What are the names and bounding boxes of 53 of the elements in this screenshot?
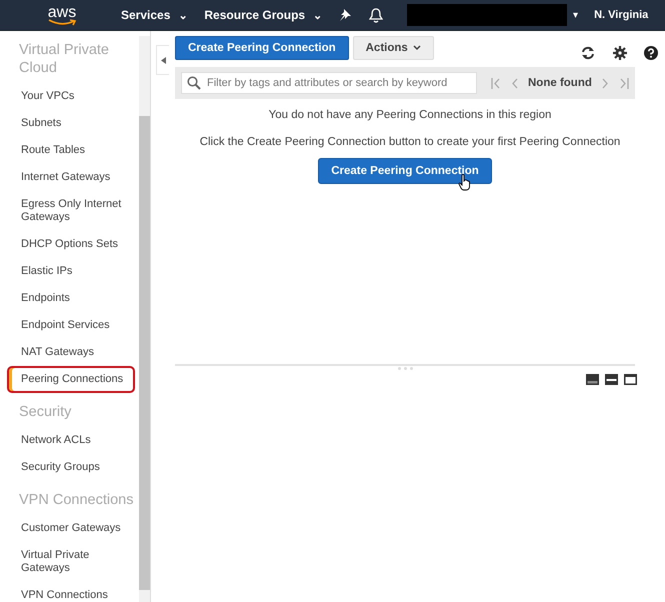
layout-split-icon[interactable] (605, 374, 618, 385)
hand-cursor-icon (458, 174, 471, 191)
sidebar-item[interactable]: NAT Gateways (7, 339, 135, 366)
section-heading: Security (18, 403, 72, 422)
sidebar-item[interactable]: Route Tables (7, 137, 135, 164)
sidebar-item[interactable]: DHCP Options Sets (7, 231, 135, 258)
sidebar-item[interactable]: Network ACLs (7, 427, 135, 454)
sidebar-item[interactable]: Customer Gateways (7, 515, 135, 542)
scroll-thumb[interactable] (139, 116, 150, 590)
first-page-icon[interactable] (491, 78, 501, 88)
next-page-icon[interactable] (602, 78, 609, 88)
caret-icon (412, 45, 421, 51)
sidebar-item[interactable]: Virtual Private Gateways (7, 542, 135, 582)
search-icon (187, 76, 201, 90)
section-heading: VPN Connections (18, 491, 134, 510)
previous-page-icon[interactable] (511, 78, 518, 88)
sidebar-item[interactable]: Security Groups (7, 454, 135, 481)
sidebar-item[interactable]: Endpoint Services (7, 312, 135, 339)
nav-menu[interactable]: Resource Groups ⌄ (204, 8, 322, 22)
sidebar-item[interactable]: Your VPCs (7, 83, 135, 110)
region-menu[interactable]: N. Virginia (594, 9, 648, 21)
sidebar-item[interactable]: Elastic IPs (7, 258, 135, 285)
pin-icon[interactable] (339, 9, 352, 21)
create-button[interactable]: Create Peering Connection (175, 36, 349, 60)
last-page-icon[interactable] (618, 78, 629, 88)
bell-icon[interactable] (369, 8, 384, 22)
refresh-icon[interactable] (580, 46, 596, 60)
sidebar-item[interactable]: Peering Connections (7, 366, 135, 393)
nav-menu[interactable]: Services ⌄ (121, 8, 188, 22)
pager-status: None found (528, 77, 592, 89)
layout-bottom-icon[interactable] (586, 374, 599, 385)
help-icon[interactable] (644, 46, 658, 60)
sidebar-item[interactable]: Internet Gateways (7, 164, 135, 191)
search-field[interactable]: Filter by tags and attributes or search by keyword (181, 72, 477, 94)
sidebar-item[interactable]: Subnets (7, 110, 135, 137)
empty-hint: Click the Create Peering Connection button to create your first Peering Connection (198, 136, 622, 148)
collapse-tab[interactable] (156, 45, 169, 75)
sidebar-item[interactable]: VPN Connections (7, 582, 135, 602)
sidebar-item[interactable]: Egress Only Internet Gateways (7, 191, 135, 231)
scrollbar[interactable] (139, 36, 150, 602)
layout-full-icon[interactable] (624, 374, 637, 385)
logo-text: aws (48, 4, 76, 20)
create-button[interactable]: Create Peering Connection (318, 158, 492, 184)
drag-handle-icon[interactable] (396, 366, 414, 372)
settings-icon[interactable] (613, 46, 627, 60)
collapse-arrow-icon (160, 56, 166, 64)
smile-arrow-icon (47, 18, 77, 26)
actions-button[interactable]: Actions (352, 36, 434, 60)
aws-logo[interactable]: aws (47, 4, 77, 26)
sidebar-item[interactable]: Endpoints (7, 285, 135, 312)
account-caret[interactable]: ▾ (573, 9, 578, 21)
section-heading: Virtual Private Cloud (18, 41, 110, 78)
empty-message: You do not have any Peering Connections in this region (268, 109, 552, 121)
